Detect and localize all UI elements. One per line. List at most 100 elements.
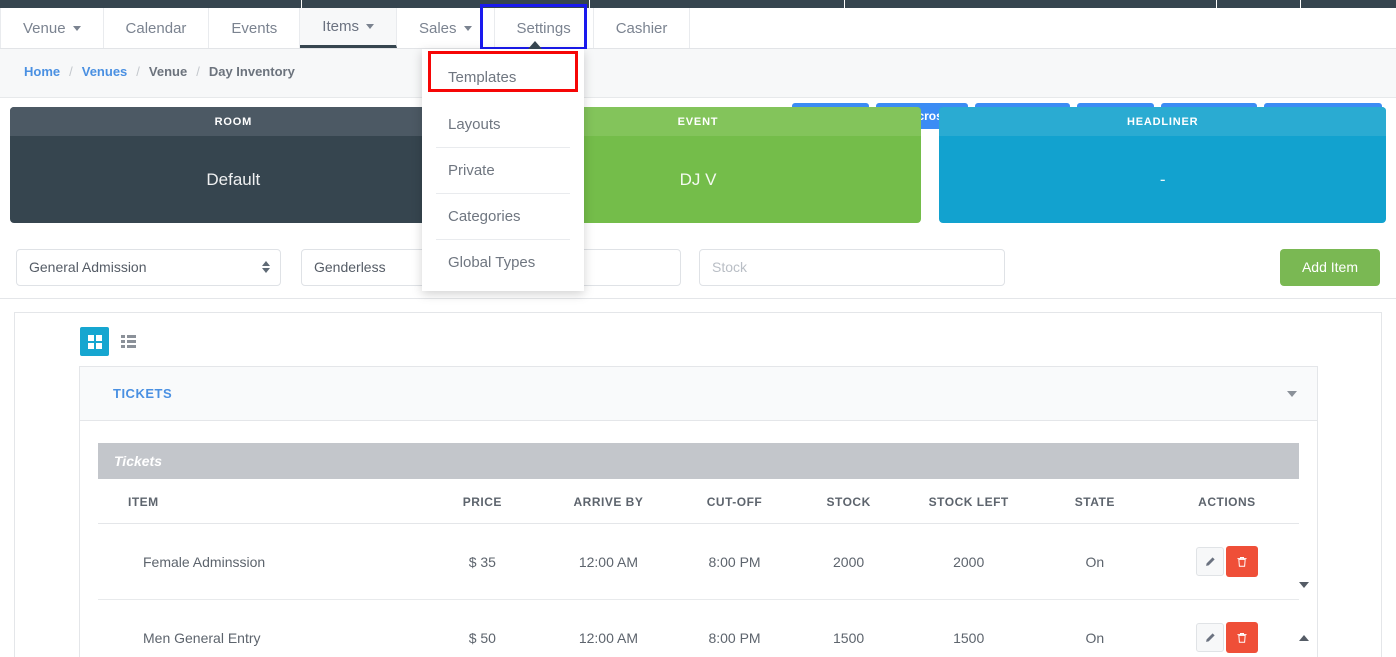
cell-stock-left: 2000 — [902, 523, 1035, 600]
items-table: ITEM PRICE ARRIVE BY CUT-OFF STOCK STOCK… — [98, 479, 1299, 657]
dropdown-item-layouts[interactable]: Layouts — [422, 102, 584, 147]
strip-segment — [590, 0, 845, 8]
nav-item-label: Settings — [516, 19, 571, 37]
tickets-section-card: TICKETS Tickets ITEM PRICE ARRIVE BY CUT… — [79, 366, 1318, 657]
nav-item-cashier[interactable]: Cashier — [593, 8, 691, 48]
trash-icon — [1237, 632, 1247, 643]
nav-item-events[interactable]: Events — [209, 8, 301, 48]
add-item-button[interactable]: Add Item — [1279, 248, 1380, 286]
list-view-icon[interactable] — [114, 327, 143, 356]
nav-item-items[interactable]: Items — [300, 8, 397, 48]
panel-headliner-value: - — [1159, 169, 1166, 189]
item-type-select[interactable]: General Admission — [16, 248, 281, 286]
tickets-section-header[interactable]: TICKETS — [80, 367, 1317, 421]
category-header-tickets: Tickets — [98, 443, 1299, 479]
nav-item-label: Events — [231, 19, 278, 37]
dropdown-caret-icon — [528, 41, 542, 49]
cell-stock: 1500 — [833, 629, 865, 646]
nav-item-settings[interactable]: Settings — [494, 8, 594, 48]
move-row-up-icon[interactable] — [1299, 635, 1309, 641]
column-stock: STOCK — [794, 479, 903, 524]
chevron-down-icon — [463, 25, 472, 31]
nav-item-label: Venue — [23, 19, 66, 37]
cell-cut-off: 8:00 PM — [708, 629, 761, 646]
cell-state: On — [1034, 523, 1155, 600]
dropdown-item-categories[interactable]: Categories — [422, 194, 584, 239]
column-arrive-by: ARRIVE BY — [542, 479, 675, 524]
panel-room-heading: ROOM — [10, 107, 457, 136]
gender-value: Genderless — [314, 259, 386, 275]
section-title: TICKETS — [113, 386, 173, 401]
strip-segment — [302, 0, 590, 8]
table-row: Female Adminssion $ 35 12:00 AM 8:00 PM … — [98, 523, 1299, 600]
panel-room-value: Default — [206, 169, 261, 189]
column-price: PRICE — [422, 479, 543, 524]
column-stock-left: STOCK LEFT — [902, 479, 1035, 524]
nav-item-sales[interactable]: Sales — [396, 8, 495, 48]
stock-input[interactable]: Stock — [699, 248, 1005, 286]
cell-item: Men General Entry — [143, 629, 261, 646]
panel-headliner-heading: HEADLINER — [939, 107, 1387, 136]
view-toggle-group — [80, 327, 143, 356]
nav-item-label: Sales — [418, 19, 457, 37]
cell-price: $ 50 — [468, 629, 496, 646]
breadcrumb-item-venues[interactable]: Venues — [82, 64, 128, 79]
settings-dropdown-menu: Templates Layouts Private Categories Glo… — [422, 41, 584, 291]
cell-arrive-by: 12:00 AM — [578, 629, 638, 646]
nav-item-label: Cashier — [615, 19, 668, 37]
column-item: ITEM — [98, 479, 423, 524]
breadcrumb-separator: / — [196, 64, 200, 79]
info-panels: ROOM Default EVENT DJ V HEADLINER - — [0, 107, 1396, 223]
nav-item-label: Calendar — [125, 19, 187, 37]
breadcrumb-item-home[interactable]: Home — [24, 64, 60, 79]
dropdown-item-private[interactable]: Private — [422, 148, 584, 193]
breadcrumb-item-day-inventory: Day Inventory — [208, 64, 295, 79]
cell-cut-off: 8:00 PM — [674, 523, 795, 600]
add-item-form: General Admission Genderless $ Price Sto… — [0, 236, 1396, 299]
main-navigation: Venue Calendar Events Items Sales Settin… — [0, 8, 1396, 49]
trash-icon — [1237, 556, 1247, 567]
items-table-body: Female Adminssion $ 35 12:00 AM 8:00 PM … — [98, 523, 1299, 657]
chevron-down-icon[interactable] — [1287, 390, 1297, 397]
category-name: Tickets — [114, 453, 162, 469]
cell-stock-left: 1500 — [953, 629, 985, 646]
cell-state: On — [1085, 629, 1105, 646]
items-table-header-row: ITEM PRICE ARRIVE BY CUT-OFF STOCK STOCK… — [98, 479, 1299, 524]
cell-price: $ 35 — [422, 523, 543, 600]
breadcrumb-bar: Home / Venues / Venue / Day Inventory Ex… — [0, 49, 1396, 129]
chevron-down-icon — [72, 25, 81, 31]
cell-arrive-by: 12:00 AM — [542, 523, 675, 600]
cell-item: Female Adminssion — [98, 523, 423, 600]
nav-item-venue[interactable]: Venue — [0, 8, 104, 48]
app-root: Venue Calendar Events Items Sales Settin… — [0, 0, 1396, 657]
delete-row-button[interactable] — [1225, 622, 1258, 653]
item-type-value: General Admission — [29, 259, 147, 275]
nav-item-label: Items — [322, 18, 359, 35]
delete-row-button[interactable] — [1225, 546, 1258, 577]
cell-stock: 2000 — [794, 523, 903, 600]
cell-actions — [1154, 523, 1299, 600]
column-state: STATE — [1034, 479, 1155, 524]
inventory-content: TICKETS Tickets ITEM PRICE ARRIVE BY CUT… — [14, 312, 1382, 657]
strip-segment — [1217, 0, 1301, 8]
pencil-icon — [1206, 556, 1215, 566]
table-row: Men General Entry $ 50 12:00 AM 8:00 PM … — [98, 600, 1299, 657]
dropdown-item-templates[interactable]: Templates — [422, 53, 584, 102]
column-actions: ACTIONS — [1154, 479, 1299, 524]
column-cut-off: CUT-OFF — [674, 479, 795, 524]
strip-segment — [0, 0, 302, 8]
nav-item-calendar[interactable]: Calendar — [103, 8, 210, 48]
pencil-icon — [1206, 632, 1215, 642]
move-row-down-icon[interactable] — [1299, 582, 1309, 588]
stepper-arrows-icon — [262, 261, 270, 273]
strip-segment — [1301, 0, 1396, 8]
grid-view-icon[interactable] — [80, 327, 109, 356]
breadcrumb-item-venue: Venue — [148, 64, 188, 79]
cell-actions — [1155, 600, 1299, 657]
dropdown-item-global-types[interactable]: Global Types — [422, 240, 584, 285]
items-table-head: ITEM PRICE ARRIVE BY CUT-OFF STOCK STOCK… — [98, 479, 1299, 524]
panel-room: ROOM Default — [10, 107, 457, 223]
edit-row-button[interactable] — [1195, 623, 1224, 652]
chevron-down-icon — [365, 24, 374, 29]
edit-row-button[interactable] — [1195, 547, 1224, 576]
